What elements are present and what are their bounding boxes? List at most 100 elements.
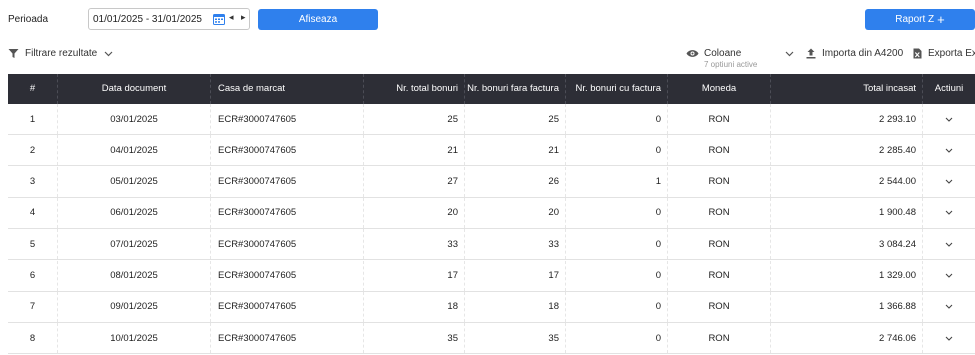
cell-currency: RON bbox=[668, 229, 771, 260]
cell-index: 8 bbox=[8, 323, 58, 354]
cell-currency: RON bbox=[668, 166, 771, 197]
columns-active-count: 7 optiuni active bbox=[704, 60, 758, 69]
cell-document-date: 05/01/2025 bbox=[58, 166, 211, 197]
previous-period-arrow-icon[interactable]: ◂ bbox=[229, 12, 234, 23]
column-header-cash-register[interactable]: Casa de marcat bbox=[211, 74, 364, 104]
column-header-total-collected[interactable]: Total incasat bbox=[771, 74, 923, 104]
period-date-range-input[interactable]: 01/01/2025 - 31/01/2025 ◂ ▸ bbox=[88, 8, 250, 30]
excel-file-icon bbox=[913, 48, 922, 59]
row-actions-dropdown[interactable] bbox=[923, 261, 975, 291]
cell-receipts-with-invoice: 0 bbox=[566, 135, 668, 166]
column-header-document-date[interactable]: Data document bbox=[58, 74, 211, 104]
cell-document-date: 07/01/2025 bbox=[58, 229, 211, 260]
cell-cash-register: ECR#3000747605 bbox=[211, 166, 364, 197]
cell-cash-register: ECR#3000747605 bbox=[211, 135, 364, 166]
chevron-down-icon bbox=[945, 179, 953, 184]
row-actions-dropdown[interactable] bbox=[923, 135, 975, 165]
table-row[interactable]: 3 05/01/2025 ECR#3000747605 27 26 1 RON 2 544.0… bbox=[8, 166, 975, 198]
cell-total-receipts: 21 bbox=[364, 135, 465, 166]
cell-total-receipts: 25 bbox=[364, 104, 465, 134]
row-actions-dropdown[interactable] bbox=[923, 198, 975, 228]
column-header-currency[interactable]: Moneda bbox=[668, 74, 771, 104]
calendar-icon[interactable] bbox=[213, 13, 225, 25]
table-header: # Data document Casa de marcat Nr. total… bbox=[8, 74, 975, 104]
column-header-actions: Actiuni bbox=[934, 83, 964, 94]
column-header-receipts-with-invoice[interactable]: Nr. bonuri cu factura bbox=[566, 74, 668, 104]
cell-document-date: 10/01/2025 bbox=[58, 323, 211, 354]
cell-total-receipts: 33 bbox=[364, 229, 465, 260]
filter-results-toggle[interactable]: Filtrare rezultate bbox=[8, 48, 113, 59]
cell-currency: RON bbox=[668, 291, 771, 322]
report-z-label: Raport Z bbox=[895, 14, 935, 25]
eye-icon bbox=[686, 50, 699, 57]
cell-total-collected: 2 293.10 bbox=[771, 104, 923, 134]
cell-currency: RON bbox=[668, 323, 771, 354]
chevron-down-icon bbox=[945, 117, 953, 122]
import-label: Importa din A4200 bbox=[822, 48, 904, 59]
filter-results-label: Filtrare rezultate bbox=[25, 48, 98, 59]
cell-total-collected: 2 544.00 bbox=[771, 166, 923, 197]
cell-receipts-with-invoice: 0 bbox=[566, 104, 668, 134]
table-row[interactable]: 5 07/01/2025 ECR#3000747605 33 33 0 RON 3 084.2… bbox=[8, 229, 975, 261]
cell-receipts-without-invoice: 26 bbox=[465, 166, 566, 197]
table-row[interactable]: 2 04/01/2025 ECR#3000747605 21 21 0 RON 2 285.4… bbox=[8, 135, 975, 167]
period-date-range-value: 01/01/2025 - 31/01/2025 bbox=[93, 14, 202, 25]
cell-document-date: 09/01/2025 bbox=[58, 291, 211, 322]
table-row[interactable]: 7 09/01/2025 ECR#3000747605 18 18 0 RON 1 366.8… bbox=[8, 291, 975, 323]
cell-index: 1 bbox=[8, 104, 58, 134]
cell-cash-register: ECR#3000747605 bbox=[211, 229, 364, 260]
cell-receipts-with-invoice: 0 bbox=[566, 323, 668, 354]
cell-document-date: 04/01/2025 bbox=[58, 135, 211, 166]
show-button[interactable]: Afiseaza bbox=[258, 9, 378, 30]
column-header-index[interactable]: # bbox=[8, 74, 58, 104]
row-actions-dropdown[interactable] bbox=[923, 229, 975, 259]
cell-index: 4 bbox=[8, 197, 58, 228]
chevron-down-icon bbox=[104, 51, 113, 56]
cell-receipts-with-invoice: 0 bbox=[566, 260, 668, 291]
filter-icon bbox=[8, 49, 19, 58]
column-header-receipts-without-invoice[interactable]: Nr. bonuri fara factura bbox=[465, 74, 566, 104]
table-row[interactable]: 8 10/01/2025 ECR#3000747605 35 35 0 RON 2 746.0… bbox=[8, 323, 975, 355]
plus-icon: + bbox=[937, 11, 945, 27]
chevron-down-icon bbox=[945, 148, 953, 153]
chevron-down-icon bbox=[945, 242, 953, 247]
export-label: Exporta Excel bbox=[928, 48, 975, 59]
row-actions-dropdown[interactable] bbox=[923, 167, 975, 197]
cell-currency: RON bbox=[668, 104, 771, 134]
table-row[interactable]: 1 03/01/2025 ECR#3000747605 25 25 0 RON 2 293.1… bbox=[8, 104, 975, 135]
period-label: Perioada bbox=[8, 14, 49, 25]
cell-index: 5 bbox=[8, 229, 58, 260]
cell-index: 7 bbox=[8, 291, 58, 322]
row-actions-dropdown[interactable] bbox=[923, 323, 975, 353]
cell-receipts-without-invoice: 33 bbox=[465, 229, 566, 260]
cell-total-collected: 2 285.40 bbox=[771, 135, 923, 166]
cell-receipts-without-invoice: 17 bbox=[465, 260, 566, 291]
cell-currency: RON bbox=[668, 135, 771, 166]
cell-index: 3 bbox=[8, 166, 58, 197]
cell-currency: RON bbox=[668, 197, 771, 228]
chevron-down-icon bbox=[945, 304, 953, 310]
table-row[interactable]: 6 08/01/2025 ECR#3000747605 17 17 0 RON 1 329.0… bbox=[8, 260, 975, 292]
table-row[interactable]: 4 06/01/2025 ECR#3000747605 20 20 0 RON 1 900.4… bbox=[8, 197, 975, 229]
columns-dropdown[interactable]: Coloane bbox=[686, 48, 794, 59]
cell-cash-register: ECR#3000747605 bbox=[211, 323, 364, 354]
cell-total-receipts: 18 bbox=[364, 291, 465, 322]
cell-cash-register: ECR#3000747605 bbox=[211, 291, 364, 322]
next-period-arrow-icon[interactable]: ▸ bbox=[241, 12, 246, 23]
export-excel-button[interactable]: Exporta Excel bbox=[913, 48, 975, 59]
import-button[interactable]: Importa din A4200 bbox=[806, 48, 903, 59]
row-actions-dropdown[interactable] bbox=[923, 292, 975, 322]
cell-receipts-without-invoice: 20 bbox=[465, 197, 566, 228]
cell-receipts-with-invoice: 0 bbox=[566, 229, 668, 260]
cell-receipts-without-invoice: 35 bbox=[465, 323, 566, 354]
report-z-button[interactable]: Raport Z + bbox=[865, 9, 975, 30]
cell-receipts-without-invoice: 21 bbox=[465, 135, 566, 166]
cell-receipts-without-invoice: 25 bbox=[465, 104, 566, 134]
column-header-total-receipts[interactable]: Nr. total bonuri bbox=[364, 74, 465, 104]
cell-document-date: 08/01/2025 bbox=[58, 260, 211, 291]
cell-cash-register: ECR#3000747605 bbox=[211, 104, 364, 134]
row-actions-dropdown[interactable] bbox=[923, 104, 975, 134]
chevron-down-icon bbox=[945, 273, 953, 278]
cell-total-collected: 1 329.00 bbox=[771, 260, 923, 291]
cell-cash-register: ECR#3000747605 bbox=[211, 197, 364, 228]
